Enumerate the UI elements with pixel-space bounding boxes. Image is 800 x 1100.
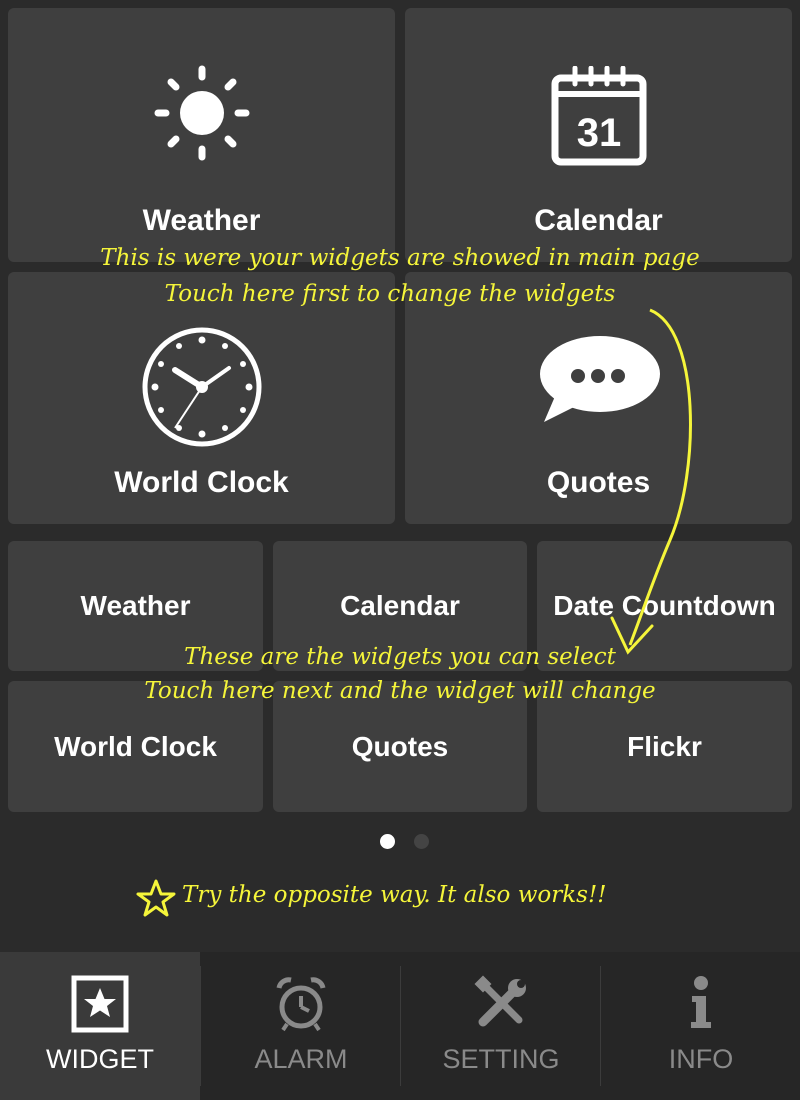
select-widget-label: Flickr: [627, 730, 702, 762]
pager-dot-inactive[interactable]: [414, 834, 429, 849]
annotation-tip: Try the opposite way. It also works!!: [182, 882, 607, 908]
annotation-main-line2: Touch here first to change the widgets: [164, 281, 616, 307]
main-widget-quotes[interactable]: Quotes: [405, 272, 792, 524]
star-doodle-icon: [136, 879, 176, 917]
select-widget-label: World Clock: [54, 730, 217, 762]
bottom-nav: WIDGET ALARM SETTING INFO: [0, 952, 800, 1100]
annotation-select-line1: These are the widgets you can select: [184, 644, 616, 670]
annotation-select-line2: Touch here next and the widget will chan…: [144, 678, 656, 704]
annotation-main-line1: This is were your widgets are showed in …: [100, 245, 700, 271]
main-widget-label: Weather: [142, 204, 261, 237]
nav-tab-label: WIDGET: [46, 1044, 154, 1074]
main-widget-world-clock[interactable]: World Clock: [8, 272, 395, 524]
main-widget-label: Quotes: [546, 466, 651, 499]
clock-icon: [142, 327, 261, 447]
select-widget-label: Weather: [80, 590, 191, 621]
calendar-day-number: 31: [576, 111, 621, 155]
info-icon: [691, 976, 711, 1028]
main-widget-label: World Clock: [114, 466, 289, 499]
wrench-screwdriver-icon: [474, 975, 526, 1027]
nav-tab-label: ALARM: [254, 1044, 348, 1074]
main-widget-calendar[interactable]: 31 Calendar: [405, 8, 792, 262]
select-widget-label: Quotes: [351, 730, 449, 762]
nav-tab-label: INFO: [668, 1044, 734, 1074]
nav-tab-label: SETTING: [442, 1044, 560, 1074]
select-widget-label: Date Countdown: [553, 590, 776, 621]
alarm-clock-icon: [276, 977, 326, 1032]
main-widget-label: Calendar: [534, 204, 663, 237]
select-widget-label: Calendar: [340, 590, 460, 621]
star-box-icon: [71, 975, 129, 1033]
calendar-icon: 31: [551, 66, 646, 166]
pager-dot-active[interactable]: [380, 834, 395, 849]
nav-tab-setting[interactable]: SETTING: [401, 952, 601, 1100]
nav-tab-widget[interactable]: WIDGET: [0, 952, 200, 1100]
nav-tab-alarm[interactable]: ALARM: [201, 952, 401, 1100]
speech-bubble-icon: [539, 336, 660, 422]
nav-tab-info[interactable]: INFO: [601, 952, 800, 1100]
main-widget-weather[interactable]: Weather: [8, 8, 395, 262]
sun-icon: [154, 65, 249, 161]
